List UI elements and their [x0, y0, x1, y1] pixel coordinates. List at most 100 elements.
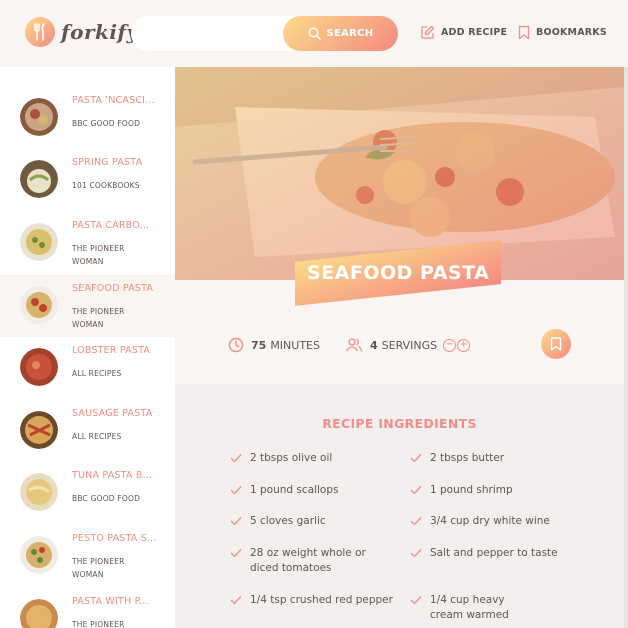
bookmark-icon	[550, 337, 562, 351]
add-recipe-label: ADD RECIPE	[441, 27, 508, 38]
ingredient-text: 1/4 cup heavy cream warmed	[430, 594, 509, 621]
result-title: PASTA WITH P...	[72, 596, 149, 607]
ingredient: 1 pound shrimp	[410, 483, 580, 498]
recipe-title-text: SEAFOOD PASTA	[306, 262, 490, 285]
check-icon	[230, 517, 242, 526]
check-icon	[230, 454, 242, 463]
cooking-time: 75 MINUTES	[228, 337, 320, 353]
logo[interactable]: forkify	[25, 17, 139, 47]
check-icon	[410, 454, 422, 463]
result-title: PASTA CARBO...	[72, 220, 150, 231]
ingredients-heading: RECIPE INGREDIENTS	[322, 416, 477, 431]
result-publisher: THE PIONEER WOMAN	[72, 307, 125, 329]
recipe-ingredients: RECIPE INGREDIENTS 2 tbsps olive oil 2 t…	[175, 384, 624, 628]
ingredient-text: 28 oz weight whole or diced tomatoes	[250, 547, 366, 574]
ingredient: 2 tbsps olive oil	[230, 451, 400, 466]
ingredient-text: 1 pound scallops	[250, 484, 339, 496]
result-item[interactable]: LOBSTER PASTA ALL RECIPES	[0, 337, 175, 399]
recipe-thumbnail	[20, 160, 58, 198]
result-title: TUNA PASTA B...	[72, 470, 153, 481]
recipe-thumbnail	[20, 599, 58, 628]
result-item[interactable]: PASTA CARBO... THE PIONEER WOMAN	[0, 212, 175, 274]
result-title: SAUSAGE PASTA	[72, 408, 153, 419]
ingredient: 3/4 cup dry white wine	[410, 514, 580, 529]
servings-label: SERVINGS	[381, 338, 438, 352]
recipe-thumbnail	[20, 348, 58, 386]
result-item[interactable]: TUNA PASTA B... BBC GOOD FOOD	[0, 462, 175, 524]
search-form: SEARCH	[131, 16, 398, 51]
result-title: PASTA 'NCASCI...	[72, 95, 155, 106]
ingredient: 1/4 tsp crushed red pepper	[230, 593, 400, 608]
recipe-thumbnail	[20, 286, 58, 324]
ingredient-text: 1 pound shrimp	[430, 484, 513, 496]
result-item[interactable]: PASTA WITH P... THE PIONEER	[0, 588, 175, 628]
result-publisher: BBC GOOD FOOD	[72, 494, 141, 503]
check-icon	[410, 486, 422, 495]
result-item[interactable]: SPRING PASTA 101 COOKBOOKS	[0, 149, 175, 211]
result-title: SPRING PASTA	[72, 157, 143, 168]
logo-text: forkify	[61, 20, 139, 44]
add-recipe-button[interactable]: ADD RECIPE	[420, 25, 507, 40]
scrollbar[interactable]	[624, 67, 628, 628]
clock-icon	[228, 337, 244, 353]
ingredient-text: 1/4 tsp crushed red pepper	[250, 594, 393, 606]
minutes-value: 75	[251, 338, 267, 352]
bookmarks-button[interactable]: BOOKMARKS	[518, 25, 607, 40]
search-button-label: SEARCH	[326, 28, 374, 39]
recipe-thumbnail	[20, 536, 58, 574]
ingredient: 2 tbsps butter	[410, 451, 580, 466]
check-icon	[230, 596, 242, 605]
result-item[interactable]: PESTO PASTA S... THE PIONEER WOMAN	[0, 525, 175, 587]
servings-value: 4	[370, 338, 378, 352]
ingredient: 28 oz weight whole or diced tomatoes	[230, 546, 390, 576]
search-button[interactable]: SEARCH	[283, 16, 398, 51]
result-item[interactable]: SAUSAGE PASTA ALL RECIPES	[0, 400, 175, 462]
ingredient: Salt and pepper to taste	[410, 546, 580, 561]
recipe-thumbnail	[20, 473, 58, 511]
search-results: PASTA 'NCASCI... BBC GOOD FOOD SPRING PA…	[0, 67, 175, 628]
users-icon	[345, 338, 363, 352]
check-icon	[230, 549, 242, 558]
result-item-active[interactable]: SEAFOOD PASTA THE PIONEER WOMAN	[0, 275, 175, 337]
result-item[interactable]: PASTA 'NCASCI... BBC GOOD FOOD	[0, 87, 175, 149]
increase-servings-button[interactable]: +	[457, 338, 471, 352]
check-icon	[410, 517, 422, 526]
hero-overlay	[175, 67, 624, 280]
check-icon	[230, 486, 242, 495]
result-publisher: BBC GOOD FOOD	[72, 119, 141, 128]
fork-knife-icon	[25, 17, 55, 47]
edit-icon	[421, 25, 435, 39]
ingredient-text: 2 tbsps butter	[430, 452, 505, 464]
recipe-thumbnail	[20, 98, 58, 136]
recipe-thumbnail	[20, 223, 58, 261]
recipe-details: 75 MINUTES 4 SERVINGS − +	[175, 317, 624, 382]
ingredient-text: Salt and pepper to taste	[430, 547, 558, 559]
ingredient: 1/4 cup heavy cream warmed	[410, 593, 540, 623]
recipe-thumbnail	[20, 411, 58, 449]
bookmarks-label: BOOKMARKS	[536, 27, 607, 38]
header: forkify SEARCH ADD RECIPE BOOKMARKS	[0, 0, 628, 67]
search-input[interactable]	[147, 26, 277, 41]
result-publisher: THE PIONEER WOMAN	[72, 557, 125, 579]
result-title: PESTO PASTA S...	[72, 533, 157, 544]
check-icon	[410, 549, 422, 558]
result-publisher: ALL RECIPES	[72, 369, 122, 378]
result-title: SEAFOOD PASTA	[72, 283, 154, 294]
result-title: LOBSTER PASTA	[72, 345, 151, 356]
minutes-label: MINUTES	[270, 338, 320, 352]
result-publisher: THE PIONEER	[72, 620, 125, 628]
search-icon	[307, 27, 321, 40]
recipe-image	[175, 67, 624, 280]
ingredient: 1 pound scallops	[230, 483, 400, 498]
decrease-servings-button[interactable]: −	[443, 338, 457, 352]
servings: 4 SERVINGS − +	[345, 337, 471, 353]
bookmark-icon	[518, 25, 530, 40]
check-icon	[410, 596, 422, 605]
bookmark-recipe-button[interactable]	[541, 329, 571, 359]
ingredient-text: 3/4 cup dry white wine	[430, 515, 550, 527]
ingredient-text: 5 cloves garlic	[250, 515, 326, 527]
ingredient-text: 2 tbsps olive oil	[250, 452, 333, 464]
recipe-view: SEAFOOD PASTA 75 MINUTES 4 SERVINGS − +	[175, 67, 628, 628]
ingredient: 5 cloves garlic	[230, 514, 400, 529]
result-publisher: 101 COOKBOOKS	[72, 181, 140, 190]
